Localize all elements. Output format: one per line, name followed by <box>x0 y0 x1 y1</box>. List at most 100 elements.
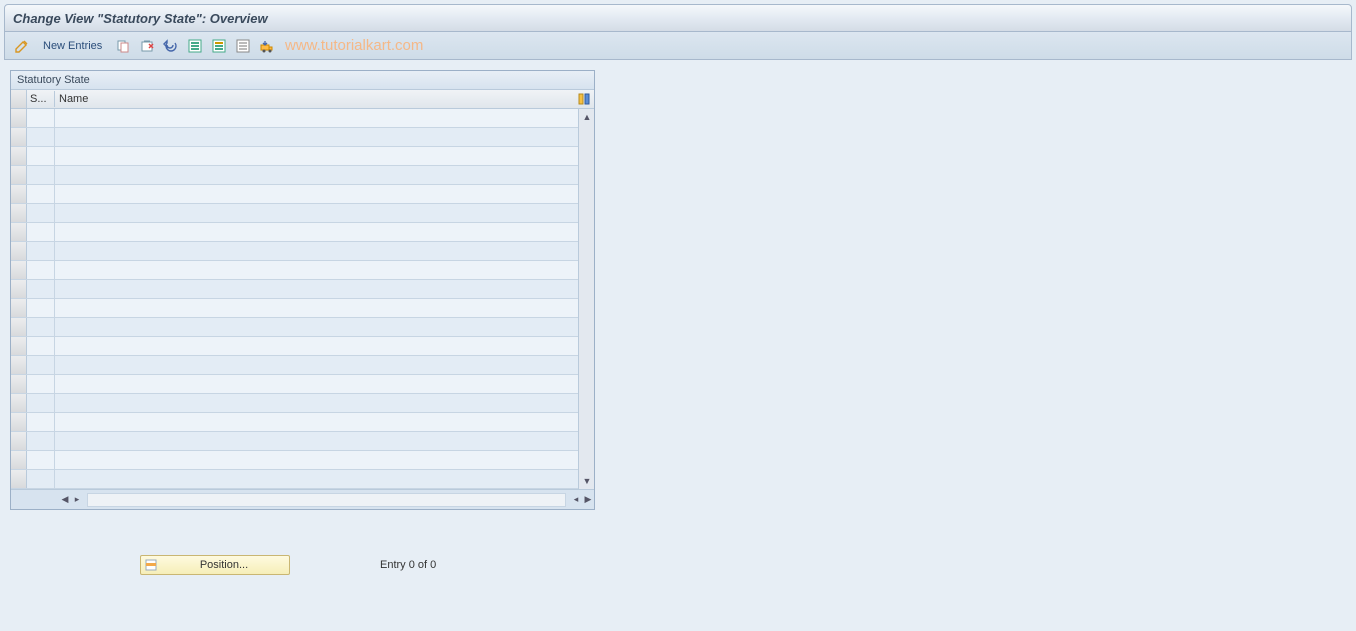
column-header-selector[interactable] <box>11 90 27 108</box>
row-selector[interactable] <box>11 451 27 469</box>
row-selector[interactable] <box>11 299 27 317</box>
row-selector[interactable] <box>11 261 27 279</box>
row-selector[interactable] <box>11 280 27 298</box>
table-row[interactable] <box>11 470 578 489</box>
new-entries-button[interactable]: New Entries <box>37 38 108 54</box>
cell-s[interactable] <box>27 432 55 450</box>
table-row[interactable] <box>11 337 578 356</box>
vertical-scrollbar[interactable]: ▲ ▼ <box>578 109 594 489</box>
horizontal-scrollbar[interactable] <box>87 493 566 507</box>
table-row[interactable] <box>11 432 578 451</box>
cell-s[interactable] <box>27 242 55 260</box>
cell-s[interactable] <box>27 185 55 203</box>
cell-name[interactable] <box>55 470 578 488</box>
row-selector[interactable] <box>11 128 27 146</box>
column-header-name[interactable]: Name <box>55 91 576 107</box>
cell-s[interactable] <box>27 299 55 317</box>
table-row[interactable] <box>11 413 578 432</box>
row-selector[interactable] <box>11 185 27 203</box>
table-row[interactable] <box>11 185 578 204</box>
cell-s[interactable] <box>27 318 55 336</box>
cell-s[interactable] <box>27 109 55 127</box>
cell-name[interactable] <box>55 261 578 279</box>
table-row[interactable] <box>11 242 578 261</box>
table-row[interactable] <box>11 223 578 242</box>
cell-s[interactable] <box>27 470 55 488</box>
row-selector[interactable] <box>11 375 27 393</box>
cell-name[interactable] <box>55 299 578 317</box>
cell-name[interactable] <box>55 128 578 146</box>
select-all-icon[interactable] <box>186 37 204 55</box>
cell-name[interactable] <box>55 280 578 298</box>
row-selector[interactable] <box>11 223 27 241</box>
table-row[interactable] <box>11 204 578 223</box>
row-selector[interactable] <box>11 166 27 184</box>
cell-name[interactable] <box>55 318 578 336</box>
row-selector[interactable] <box>11 318 27 336</box>
transport-icon[interactable] <box>258 37 276 55</box>
table-row[interactable] <box>11 280 578 299</box>
cell-s[interactable] <box>27 147 55 165</box>
cell-name[interactable] <box>55 432 578 450</box>
select-block-icon[interactable] <box>210 37 228 55</box>
scroll-down-icon[interactable]: ▼ <box>580 474 594 488</box>
table-row[interactable] <box>11 375 578 394</box>
cell-s[interactable] <box>27 280 55 298</box>
copy-icon[interactable] <box>114 37 132 55</box>
row-selector[interactable] <box>11 413 27 431</box>
table-row[interactable] <box>11 394 578 413</box>
deselect-all-icon[interactable] <box>234 37 252 55</box>
undo-icon[interactable] <box>162 37 180 55</box>
scroll-left-icon[interactable]: ▸ <box>71 494 83 506</box>
cell-s[interactable] <box>27 166 55 184</box>
cell-name[interactable] <box>55 109 578 127</box>
cell-s[interactable] <box>27 128 55 146</box>
row-selector[interactable] <box>11 394 27 412</box>
cell-name[interactable] <box>55 204 578 222</box>
scroll-last-icon[interactable]: ▶ <box>582 494 594 506</box>
table-row[interactable] <box>11 451 578 470</box>
configure-columns-icon[interactable] <box>576 91 592 107</box>
cell-s[interactable] <box>27 451 55 469</box>
scroll-first-icon[interactable]: ◀ <box>59 494 71 506</box>
row-selector[interactable] <box>11 356 27 374</box>
scroll-right-icon[interactable]: ◂ <box>570 494 582 506</box>
table-row[interactable] <box>11 356 578 375</box>
change-icon[interactable] <box>13 37 31 55</box>
cell-s[interactable] <box>27 375 55 393</box>
position-button[interactable]: Position... <box>140 555 290 575</box>
cell-s[interactable] <box>27 337 55 355</box>
cell-name[interactable] <box>55 147 578 165</box>
cell-name[interactable] <box>55 451 578 469</box>
cell-s[interactable] <box>27 356 55 374</box>
cell-name[interactable] <box>55 337 578 355</box>
row-selector[interactable] <box>11 242 27 260</box>
cell-name[interactable] <box>55 375 578 393</box>
table-row[interactable] <box>11 166 578 185</box>
table-row[interactable] <box>11 147 578 166</box>
cell-s[interactable] <box>27 413 55 431</box>
cell-s[interactable] <box>27 394 55 412</box>
table-row[interactable] <box>11 299 578 318</box>
cell-name[interactable] <box>55 394 578 412</box>
cell-name[interactable] <box>55 413 578 431</box>
cell-name[interactable] <box>55 166 578 184</box>
column-header-s[interactable]: S... <box>27 91 55 107</box>
scroll-up-icon[interactable]: ▲ <box>580 110 594 124</box>
row-selector[interactable] <box>11 337 27 355</box>
table-row[interactable] <box>11 261 578 280</box>
table-row[interactable] <box>11 128 578 147</box>
delete-icon[interactable] <box>138 37 156 55</box>
row-selector[interactable] <box>11 147 27 165</box>
cell-s[interactable] <box>27 223 55 241</box>
table-row[interactable] <box>11 318 578 337</box>
row-selector[interactable] <box>11 109 27 127</box>
cell-s[interactable] <box>27 261 55 279</box>
row-selector[interactable] <box>11 470 27 488</box>
cell-name[interactable] <box>55 356 578 374</box>
cell-s[interactable] <box>27 204 55 222</box>
row-selector[interactable] <box>11 432 27 450</box>
cell-name[interactable] <box>55 185 578 203</box>
cell-name[interactable] <box>55 223 578 241</box>
cell-name[interactable] <box>55 242 578 260</box>
